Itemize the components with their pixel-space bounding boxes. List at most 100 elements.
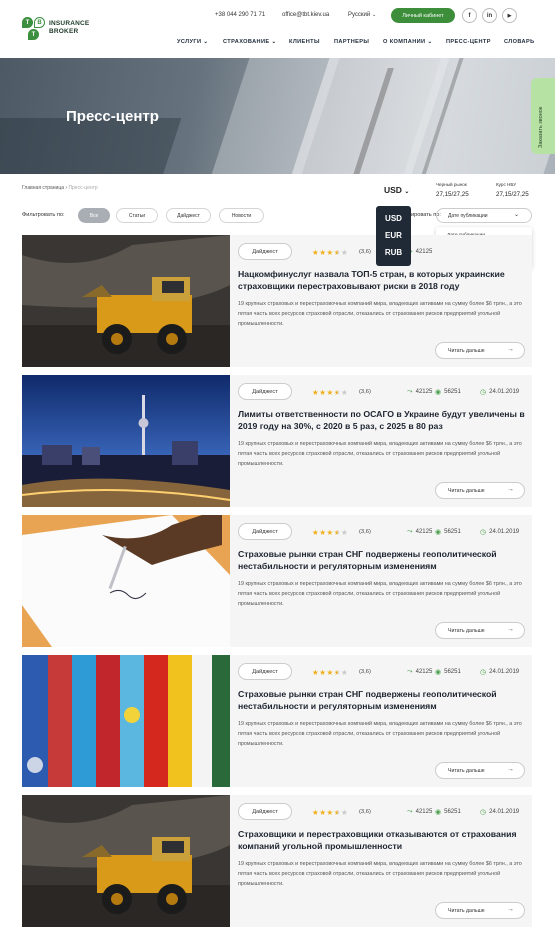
article-card[interactable]: Дайджест★★★★★(3,6)⤳42125Нацкомфинуслуг н… (22, 235, 532, 367)
article-image[interactable] (22, 795, 230, 927)
article-title[interactable]: Лимиты ответственности по ОСАГО в Украин… (238, 409, 528, 432)
arrow-right-icon: → (507, 346, 514, 353)
star-icon[interactable]: ★ (326, 388, 333, 397)
cabinet-button[interactable]: Личный кабинет (391, 8, 455, 23)
share-icon: ⤳ (407, 528, 413, 535)
breadcrumb-home[interactable]: Главная страница (22, 185, 64, 191)
clock-icon: ◷ (480, 809, 487, 816)
views-value: 42125 (415, 529, 433, 535)
currency-option[interactable]: EUR (376, 231, 411, 240)
rating-stars[interactable]: ★★★★★ (312, 808, 348, 817)
star-icon[interactable]: ★ (326, 808, 333, 817)
read-more-button[interactable]: Читать дальше → (435, 902, 525, 919)
city-image (22, 375, 230, 507)
article-image[interactable] (22, 375, 230, 507)
nav-item-clients[interactable]: КЛИЕНТЫ (289, 39, 320, 45)
breadcrumb-current: Пресс-центр (68, 185, 98, 191)
star-empty-icon[interactable]: ★ (341, 248, 348, 257)
filter-pill-digest[interactable]: Дайджест (166, 208, 211, 223)
article-badge[interactable]: Дайджест (238, 243, 292, 260)
article-card[interactable]: Дайджест ★★★★★ (3,6) ⤳ 42125 ◉ 56251 ◷ 24.01.201… (22, 795, 532, 927)
nav-item-insurance[interactable]: СТРАХОВАНИЕ ⌄ (223, 39, 277, 45)
currency-selected: USD (384, 185, 402, 195)
article-title[interactable]: Страховые рынки стран СНГ подвержены гео… (238, 689, 528, 712)
half-star-icon[interactable]: ★ (334, 808, 341, 817)
rating-stars[interactable]: ★★★★★ (312, 248, 348, 257)
filter-label: Фильтровать по: (22, 212, 65, 218)
read-more-button[interactable]: Читать дальше → (435, 762, 525, 779)
sort-select[interactable]: Дате публикации ⌄ (436, 208, 532, 223)
share-icon: ⤳ (407, 388, 413, 395)
eye-icon: ◉ (435, 389, 442, 396)
nav-item-press-center[interactable]: ПРЕСС-ЦЕНТР (446, 39, 491, 45)
article-image[interactable] (22, 655, 230, 787)
views-value: 42125 (415, 809, 433, 815)
filter-pill-news[interactable]: Новости (219, 208, 264, 223)
facebook-icon[interactable]: f (462, 8, 477, 23)
nav-item-glossary[interactable]: СЛОВАРЬ (504, 39, 535, 45)
article-title[interactable]: Нацкомфинуслуг назвала ТОП-5 стран, в ко… (238, 269, 528, 292)
star-empty-icon[interactable]: ★ (341, 528, 348, 537)
youtube-icon[interactable]: ▶ (502, 8, 517, 23)
half-star-icon[interactable]: ★ (334, 388, 341, 397)
views-count: ◉ 56251 (435, 668, 461, 676)
article-description: 19 крупных страховых и перестраховочных … (238, 581, 522, 607)
article-image[interactable] (22, 235, 230, 367)
read-more-button[interactable]: Читать дальше → (435, 622, 525, 639)
language-select[interactable]: Русский ⌄ (348, 12, 376, 18)
callback-button[interactable]: Заказать звонок (531, 78, 555, 154)
filter-pill-all[interactable]: Все (78, 208, 110, 223)
half-star-icon[interactable]: ★ (334, 248, 341, 257)
article-badge[interactable]: Дайджест (238, 803, 292, 820)
star-empty-icon[interactable]: ★ (341, 388, 348, 397)
sort-selected: Дате публикации (448, 212, 488, 219)
logo-text[interactable]: INSURANCE BROKER (49, 20, 89, 36)
chevron-down-icon: ⌄ (404, 189, 410, 195)
article-badge[interactable]: Дайджест (238, 523, 292, 540)
seen-value: 56251 (444, 669, 461, 675)
currency-select[interactable]: USD ⌄ (384, 185, 409, 195)
article-card[interactable]: Дайджест ★★★★★ (3,6) ⤳ 42125 ◉ 56251 ◷ 24.01.201… (22, 515, 532, 647)
email-link[interactable]: office@tbt.kiev.ua (282, 12, 329, 18)
half-star-icon[interactable]: ★ (334, 668, 341, 677)
rating-stars[interactable]: ★★★★★ (312, 528, 348, 537)
nav-label: СТРАХОВАНИЕ (223, 39, 270, 45)
currency-dropdown: USD EUR RUB (376, 206, 411, 266)
read-more-button[interactable]: Читать дальше → (435, 342, 525, 359)
currency-option[interactable]: RUB (376, 248, 411, 257)
article-card[interactable]: Дайджест ★★★★★ (3,6) ⤳ 42125 ◉ 56251 ◷ 24.01.201… (22, 655, 532, 787)
article-badge[interactable]: Дайджест (238, 383, 292, 400)
article-title[interactable]: Страховые рынки стран СНГ подвержены гео… (238, 549, 528, 572)
filter-pill-articles[interactable]: Статьи (116, 208, 158, 223)
date-info: ◷ 24.01.2019 (480, 668, 519, 676)
arrow-right-icon: → (507, 486, 514, 493)
star-empty-icon[interactable]: ★ (341, 808, 348, 817)
star-icon[interactable]: ★ (326, 528, 333, 537)
date-value: 24.01.2019 (489, 809, 520, 815)
rating-stars[interactable]: ★★★★★ (312, 668, 348, 677)
linkedin-icon[interactable]: in (482, 8, 497, 23)
nav-item-partners[interactable]: ПАРТНЕРЫ (334, 39, 369, 45)
arrow-right-icon: → (507, 766, 514, 773)
logo-icon[interactable]: T B T (22, 17, 46, 41)
rating-stars[interactable]: ★★★★★ (312, 388, 348, 397)
date-info: ◷ 24.01.2019 (480, 388, 519, 396)
read-more-button[interactable]: Читать дальше → (435, 482, 525, 499)
article-badge[interactable]: Дайджест (238, 663, 292, 680)
star-empty-icon[interactable]: ★ (341, 668, 348, 677)
nav-item-services[interactable]: УСЛУГИ ⌄ (177, 39, 208, 45)
views-count: ◉ 56251 (435, 528, 461, 536)
rating-value: (3,6) (359, 249, 371, 255)
article-card[interactable]: Дайджест ★★★★★ (3,6) ⤳ 42125 ◉ 56251 ◷ 24.01.201… (22, 375, 532, 507)
star-icon[interactable]: ★ (326, 668, 333, 677)
half-star-icon[interactable]: ★ (334, 528, 341, 537)
nav-item-about[interactable]: О КОМПАНИИ ⌄ (383, 39, 433, 45)
read-more-label: Читать дальше (448, 487, 485, 494)
article-title[interactable]: Страховщики и перестраховщики отказывают… (238, 829, 528, 852)
shares-count: ⤳42125 (407, 808, 432, 816)
article-image[interactable] (22, 515, 230, 647)
phone-link[interactable]: +38 044 290 71 71 (215, 12, 265, 18)
star-icon[interactable]: ★ (326, 248, 333, 257)
nav-label: УСЛУГИ (177, 39, 202, 45)
currency-option[interactable]: USD (376, 214, 411, 223)
